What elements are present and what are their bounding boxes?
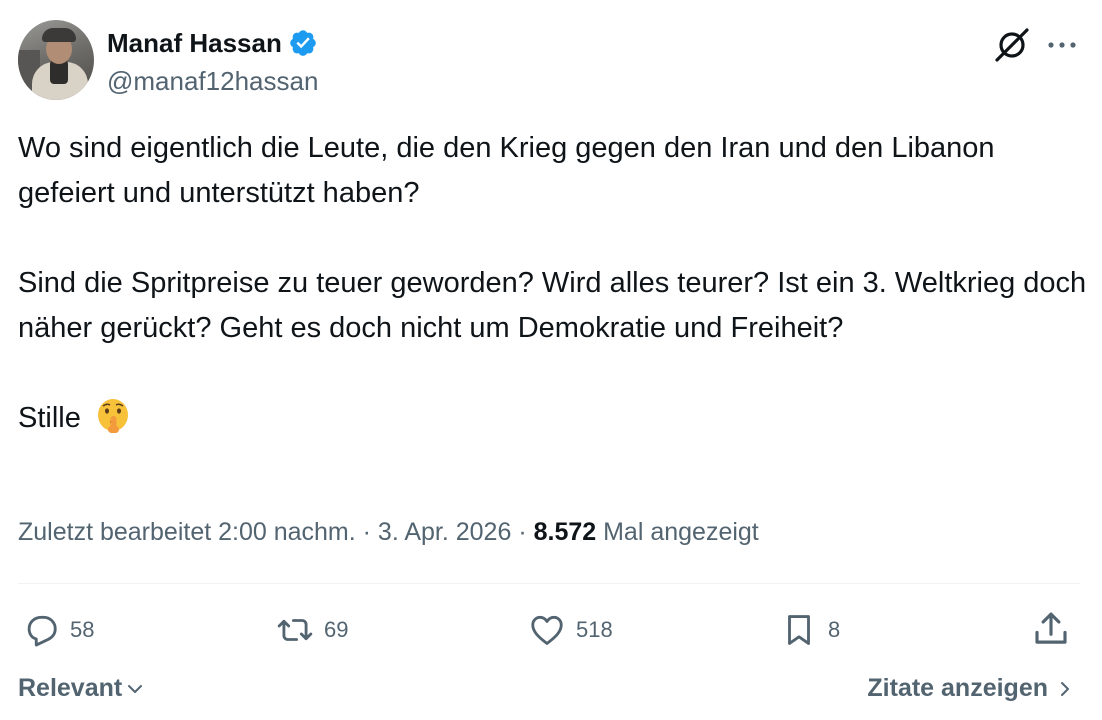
- view-quotes-link[interactable]: Zitate anzeigen: [867, 674, 1074, 703]
- repost-icon: [277, 619, 313, 641]
- author-name-row[interactable]: Manaf Hassan: [107, 26, 318, 60]
- author-handle[interactable]: @manaf12hassan: [107, 66, 318, 97]
- quotes-label: Zitate anzeigen: [867, 674, 1048, 702]
- repost-button[interactable]: 69: [276, 608, 348, 652]
- tweet-closing-line: Stille: [18, 396, 1088, 441]
- shushing-face-icon: [97, 399, 128, 433]
- reply-button[interactable]: 58: [22, 608, 94, 652]
- like-button[interactable]: 518: [528, 608, 613, 652]
- reply-count: 58: [70, 617, 95, 642]
- avatar[interactable]: [18, 20, 94, 100]
- repost-count: 69: [324, 617, 349, 642]
- chevron-right-icon: [1061, 681, 1069, 696]
- tweet-date-link[interactable]: 3. Apr. 2026: [378, 518, 511, 546]
- views-count: 8.572: [533, 518, 597, 546]
- bookmark-count: 8: [828, 617, 841, 642]
- more-icon[interactable]: [1045, 30, 1079, 60]
- grok-icon[interactable]: [993, 26, 1031, 64]
- views-label: Mal angezeigt: [596, 518, 759, 546]
- bookmark-icon: [788, 615, 810, 645]
- tweet-paragraph: Sind die Spritpreise zu teuer geworden? …: [18, 267, 1087, 344]
- meta-separator: ·: [511, 518, 534, 546]
- tweet-meta: Zuletzt bearbeitet 2:00 nachm. · 3. Apr.…: [18, 518, 759, 547]
- reply-icon: [27, 615, 57, 647]
- meta-separator: ·: [355, 518, 378, 546]
- sort-label: Relevant: [18, 674, 123, 702]
- chevron-down-icon: [128, 684, 143, 693]
- edited-timestamp-link[interactable]: Zuletzt bearbeitet 2:00 nachm.: [18, 518, 356, 546]
- author-display-name[interactable]: Manaf Hassan: [107, 28, 282, 59]
- sort-relevant-dropdown[interactable]: Relevant: [18, 674, 144, 703]
- bookmark-button[interactable]: 8: [780, 608, 840, 652]
- divider: [18, 583, 1080, 584]
- tweet-closing-text: Stille: [18, 402, 81, 434]
- like-count: 518: [576, 617, 613, 642]
- tweet-paragraph: Wo sind eigentlich die Leute, die den Kr…: [18, 132, 995, 209]
- share-icon[interactable]: [1030, 608, 1072, 650]
- verified-badge-icon: [290, 30, 316, 56]
- tweet-text: Wo sind eigentlich die Leute, die den Kr…: [18, 126, 1088, 441]
- like-icon: [531, 615, 563, 645]
